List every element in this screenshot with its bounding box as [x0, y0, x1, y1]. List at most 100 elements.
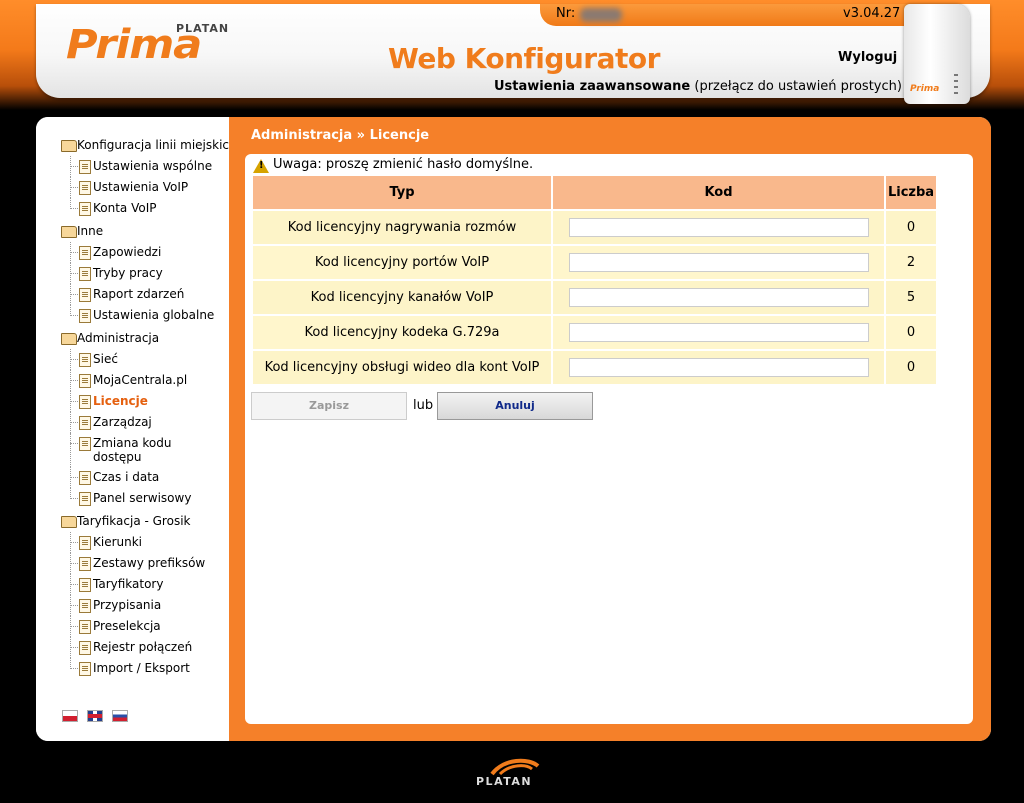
license-type: Kod licencyjny portów VoIP	[253, 246, 551, 279]
tree-line	[70, 488, 71, 499]
device-logo: Prima	[910, 84, 940, 94]
sidebar-group-inne[interactable]: Inne	[52, 221, 232, 242]
document-icon	[79, 492, 91, 506]
license-code-cell	[553, 246, 884, 279]
sidebar-group-label: Taryfikacja - Grosik	[77, 514, 191, 528]
sidebar-item-siec[interactable]: Sieć	[52, 349, 232, 370]
sidebar-item-label: Ustawienia wspólne	[93, 159, 213, 173]
document-icon	[79, 395, 91, 409]
sidebar-item-label: Ustawienia VoIP	[93, 180, 189, 194]
sidebar-item-licencje[interactable]: Licencje	[52, 391, 232, 412]
tree-line	[70, 658, 71, 669]
license-type: Kod licencyjny kodeka G.729a	[253, 316, 551, 349]
sidebar-group-taryfikacja[interactable]: Taryfikacja - Grosik	[52, 511, 232, 532]
tree-line	[70, 563, 78, 564]
tree-line	[70, 433, 71, 467]
table-row: Kod licencyjny kodeka G.729a 0	[253, 316, 936, 349]
sidebar-item-import-eksport[interactable]: Import / Eksport	[52, 658, 232, 679]
sidebar-group-administracja[interactable]: Administracja	[52, 328, 232, 349]
license-code-input[interactable]	[568, 288, 869, 307]
sidebar-item-tryby-pracy[interactable]: Tryby pracy	[52, 263, 232, 284]
document-icon	[79, 374, 91, 388]
tree-line	[70, 166, 78, 167]
tree-line	[70, 584, 78, 585]
sidebar-item-label: Rejestr połączeń	[93, 640, 193, 654]
sidebar-item-rejestr-polaczen[interactable]: Rejestr połączeń	[52, 637, 232, 658]
sidebar-item-ustawienia-globalne[interactable]: Ustawienia globalne	[52, 305, 232, 326]
document-icon	[79, 662, 91, 676]
sidebar-item-konta-voip[interactable]: Konta VoIP	[52, 198, 232, 219]
sidebar-item-preselekcja[interactable]: Preselekcja	[52, 616, 232, 637]
license-code-cell	[553, 211, 884, 244]
sidebar-item-taryfikatory[interactable]: Taryfikatory	[52, 574, 232, 595]
device-number-redacted	[580, 8, 622, 22]
settings-mode-line: Ustawienia zaawansowane (przełącz do ust…	[494, 79, 902, 94]
sidebar-item-mojacentrala[interactable]: MojaCentrala.pl	[52, 370, 232, 391]
document-icon	[79, 471, 91, 485]
sidebar-item-zmiana-kodu[interactable]: Zmiana kodu dostępu	[52, 433, 192, 467]
logo-platan-text: PLATAN	[176, 22, 230, 35]
sidebar-group-label: Administracja	[77, 331, 160, 345]
content-area: Administracja » Licencje Uwaga: proszę z…	[229, 117, 991, 741]
sidebar-item-label: Konta VoIP	[93, 201, 157, 215]
license-code-input[interactable]	[568, 323, 869, 342]
sidebar-item-label: Taryfikatory	[93, 577, 164, 591]
flag-pl-icon[interactable]	[62, 710, 78, 722]
license-count: 0	[886, 211, 936, 244]
warning-text: Uwaga: proszę zmienić hasło domyślne.	[273, 157, 534, 172]
sidebar-group-label: Konfiguracja linii miejskich	[77, 138, 237, 152]
sidebar-item-label: Zarządzaj	[93, 415, 152, 429]
sidebar-item-zapowiedzi[interactable]: Zapowiedzi	[52, 242, 232, 263]
license-code-input[interactable]	[568, 358, 869, 377]
device-number-label: Nr:	[556, 6, 576, 21]
app-title: Web Konfigurator	[388, 42, 660, 75]
document-icon	[79, 599, 91, 613]
flag-en-icon[interactable]	[87, 710, 103, 722]
license-code-cell	[553, 316, 884, 349]
flag-ru-icon[interactable]	[112, 710, 128, 722]
license-type: Kod licencyjny obsługi wideo dla kont Vo…	[253, 351, 551, 384]
document-icon	[79, 578, 91, 592]
sidebar-item-panel-serwisowy[interactable]: Panel serwisowy	[52, 488, 232, 509]
logout-link[interactable]: Wyloguj	[838, 50, 897, 65]
sidebar-group-konfiguracja[interactable]: Konfiguracja linii miejskich	[52, 135, 237, 156]
save-button[interactable]: Zapisz	[251, 392, 407, 420]
sidebar-item-zarzadzaj[interactable]: Zarządzaj	[52, 412, 232, 433]
cancel-button[interactable]: Anuluj	[437, 392, 593, 420]
sidebar: Konfiguracja linii miejskich Ustawienia …	[36, 117, 237, 741]
sidebar-item-label: Ustawienia globalne	[93, 308, 215, 322]
breadcrumb: Administracja » Licencje	[251, 128, 430, 143]
sidebar-item-label: Panel serwisowy	[93, 491, 192, 505]
settings-mode-current: Ustawienia zaawansowane	[494, 79, 691, 94]
license-code-cell	[553, 351, 884, 384]
sidebar-item-raport-zdarzen[interactable]: Raport zdarzeń	[52, 284, 232, 305]
switch-to-simple-link[interactable]: (przełącz do ustawień prostych)	[694, 79, 902, 94]
tree-line	[70, 198, 71, 209]
tree-line	[70, 647, 78, 648]
document-icon	[79, 246, 91, 260]
document-icon	[79, 641, 91, 655]
licenses-table: Typ Kod Liczba Kod licencyjny nagrywania…	[251, 174, 938, 386]
sidebar-item-kierunki[interactable]: Kierunki	[52, 532, 232, 553]
folder-open-icon	[61, 516, 77, 528]
document-icon	[79, 416, 91, 430]
sidebar-item-label: Czas i data	[93, 470, 160, 484]
sidebar-item-ustawienia-wspolne[interactable]: Ustawienia wspólne	[52, 156, 232, 177]
document-icon	[79, 557, 91, 571]
license-code-input[interactable]	[568, 218, 869, 237]
sidebar-item-zestawy-prefiksow[interactable]: Zestawy prefiksów	[52, 553, 232, 574]
tree-line	[70, 273, 78, 274]
tree-line	[70, 380, 78, 381]
nav-tree: Konfiguracja linii miejskich Ustawienia …	[52, 135, 237, 679]
sidebar-item-przypisania[interactable]: Przypisania	[52, 595, 232, 616]
column-header-kod: Kod	[553, 176, 884, 209]
sidebar-item-label: Licencje	[93, 394, 148, 408]
license-code-input[interactable]	[568, 253, 869, 272]
tree-line	[70, 401, 78, 402]
sidebar-item-ustawienia-voip[interactable]: Ustawienia VoIP	[52, 177, 232, 198]
document-icon	[79, 437, 91, 451]
license-count: 2	[886, 246, 936, 279]
license-type: Kod licencyjny nagrywania rozmów	[253, 211, 551, 244]
tree-line	[70, 443, 78, 444]
sidebar-item-czas-i-data[interactable]: Czas i data	[52, 467, 232, 488]
